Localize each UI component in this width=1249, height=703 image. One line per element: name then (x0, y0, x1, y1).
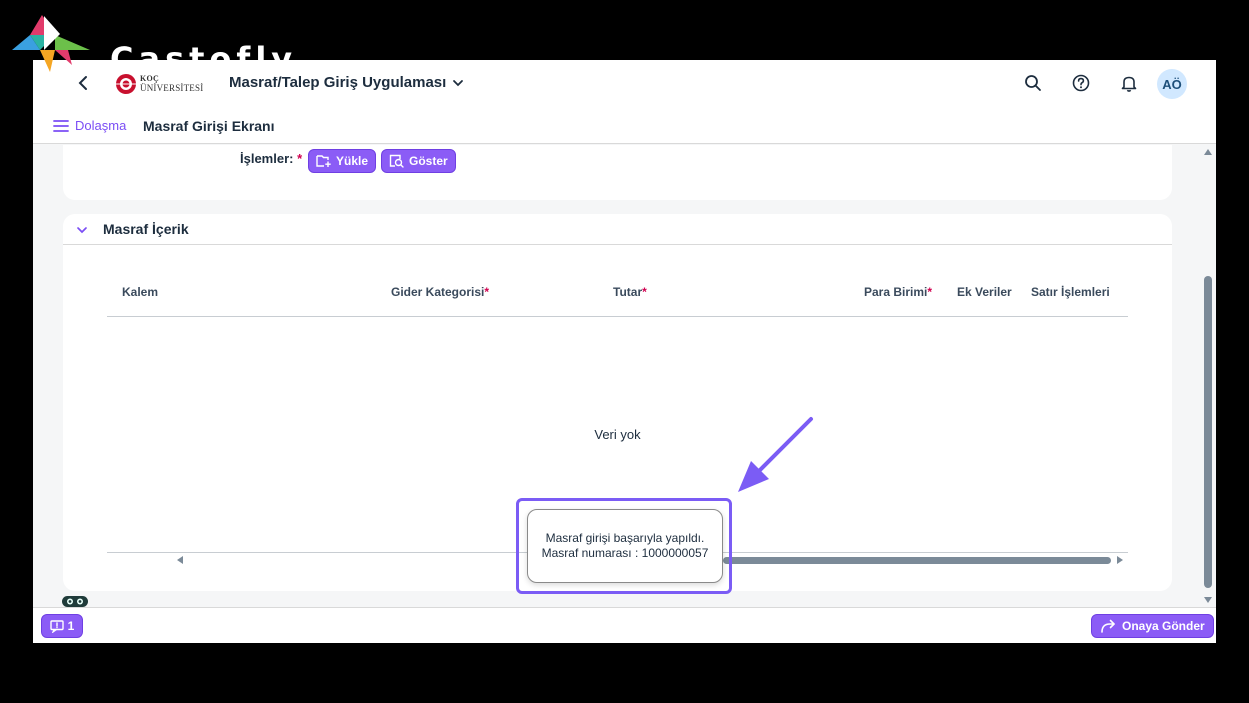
send-button-label: Onaya Gönder (1122, 619, 1205, 633)
messages-button[interactable]: 1 (41, 614, 83, 638)
castofly-brand-name: Castofly (110, 40, 298, 78)
required-mark: * (484, 285, 490, 299)
column-header-para-birimi: Para Birimi* (864, 285, 932, 299)
column-header-gider-kategorisi: Gider Kategorisi* (391, 285, 489, 299)
panel-title: Masraf İçerik (103, 221, 189, 237)
scroll-down-arrow-icon[interactable] (1203, 596, 1213, 604)
success-toast: Masraf girişi başarıyla yapıldı. Masraf … (527, 509, 723, 583)
upload-button[interactable]: Yükle (308, 149, 377, 173)
help-icon[interactable] (1071, 73, 1091, 93)
column-header-ek-veriler: Ek Veriler (957, 285, 1012, 299)
assistant-robot-icon[interactable] (61, 595, 89, 609)
no-data-message: Veri yok (594, 427, 641, 442)
message-count: 1 (67, 619, 75, 633)
hamburger-menu-icon (53, 119, 69, 132)
forward-arrow-icon (1101, 619, 1115, 633)
send-for-approval-button[interactable]: Onaya Gönder (1091, 614, 1214, 638)
toast-highlight-frame: Masraf girişi başarıyla yapıldı. Masraf … (516, 498, 732, 594)
castofly-watermark: Castofly (10, 10, 310, 85)
scroll-right-arrow-icon[interactable] (1116, 556, 1124, 564)
app-window: KOÇ ÜNİVERSİTESİ Masraf/Talep Giriş Uygu… (33, 60, 1216, 643)
column-header-label: Kalem (122, 285, 159, 299)
notification-bell-icon[interactable] (1119, 73, 1139, 93)
toast-message: Masraf girişi başarıyla yapıldı. Masraf … (541, 531, 709, 560)
message-popover-icon (49, 619, 64, 633)
annotation-arrow-icon (738, 417, 813, 492)
document-search-icon (389, 154, 404, 168)
required-mark: * (642, 285, 647, 299)
show-button[interactable]: Göster (381, 149, 456, 173)
scroll-up-arrow-icon[interactable] (1203, 148, 1213, 156)
column-header-tutar: Tutar* (613, 285, 647, 299)
castofly-logo-icon (12, 15, 90, 72)
operations-card: İşlemler: * Yükle Göster (63, 145, 1172, 200)
column-header-label: Tutar (613, 285, 643, 299)
column-header-label: Satır İşlemleri (1031, 285, 1110, 299)
page-header: Dolaşma Masraf Girişi Ekranı (33, 106, 1216, 144)
show-button-label: Göster (409, 154, 448, 168)
panel-header[interactable]: Masraf İçerik (63, 214, 1172, 245)
table-header-divider (107, 316, 1128, 317)
navigation-toggle[interactable]: Dolaşma (53, 118, 126, 133)
page-title: Masraf Girişi Ekranı (143, 118, 275, 134)
horizontal-scroll-thumb[interactable] (723, 557, 1111, 564)
column-header-satir-islemleri: Satır İşlemleri (1031, 285, 1110, 299)
chevron-down-icon (453, 79, 464, 86)
column-header-label: Para Birimi (864, 285, 928, 299)
required-mark: * (927, 285, 933, 299)
column-header-label: Ek Veriler (957, 285, 1012, 299)
upload-button-label: Yükle (336, 154, 369, 168)
operations-label: İşlemler: * (240, 151, 302, 166)
search-icon[interactable] (1023, 73, 1043, 93)
folder-add-icon (316, 155, 331, 167)
vertical-scroll-thumb[interactable] (1204, 276, 1212, 588)
chevron-down-icon[interactable] (75, 223, 89, 237)
operations-label-text: İşlemler: (240, 151, 294, 166)
vertical-scrollbar[interactable] (1200, 148, 1216, 605)
user-avatar[interactable]: AÖ (1157, 69, 1187, 99)
required-mark: * (297, 151, 303, 166)
scroll-left-arrow-icon[interactable] (176, 556, 184, 564)
footer-toolbar: 1 Onaya Gönder (33, 607, 1216, 643)
column-header-label: Gider Kategorisi (391, 285, 485, 299)
column-header-kalem: Kalem (122, 285, 158, 299)
navigation-label: Dolaşma (75, 118, 127, 133)
